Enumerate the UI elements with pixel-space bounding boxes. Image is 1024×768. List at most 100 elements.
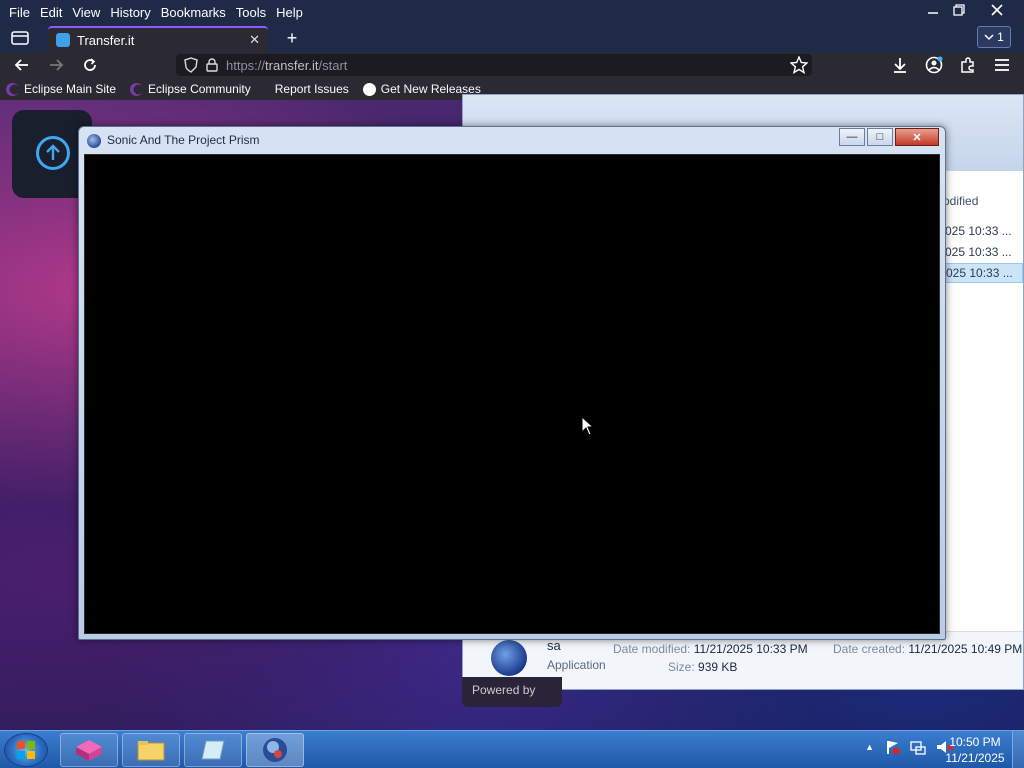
- game-app-icon: [87, 134, 101, 148]
- date-modified-value: 11/21/2025 10:33 PM: [693, 642, 808, 656]
- menu-file[interactable]: File: [4, 5, 35, 20]
- puzzle-icon: [961, 57, 974, 73]
- menu-bookmarks[interactable]: Bookmarks: [156, 5, 231, 20]
- tab-list-button[interactable]: [6, 27, 34, 49]
- size-field: Size: 939 KB: [668, 660, 737, 674]
- taskbar-game-app[interactable]: [246, 733, 304, 767]
- downloads-button[interactable]: [888, 54, 912, 76]
- tab-bar: Transfer.it ✕ + 1: [0, 24, 1024, 52]
- bookmark-report-issues[interactable]: Report Issues: [275, 82, 349, 96]
- file-row-selected[interactable]: 025 10:33 ...: [941, 263, 1023, 283]
- tab-list-icon: [11, 31, 29, 45]
- bookmark-label: Report Issues: [274, 82, 349, 96]
- powered-by-label: Powered by: [472, 683, 536, 697]
- forward-arrow-icon: [50, 59, 64, 71]
- url-text[interactable]: https://transfer.it/start: [226, 58, 782, 73]
- show-desktop-button[interactable]: [1012, 731, 1024, 768]
- system-tray: ▲: [865, 739, 954, 755]
- hamburger-menu-icon: [995, 59, 1009, 71]
- tray-expand-button[interactable]: ▲: [865, 742, 874, 752]
- close-icon: [991, 4, 1003, 16]
- url-path: /start: [318, 57, 348, 73]
- back-button[interactable]: [10, 54, 34, 76]
- back-arrow-icon: [14, 59, 28, 71]
- game-window-title: Sonic And The Project Prism: [107, 133, 260, 147]
- date-modified-label: Date modified:: [613, 642, 691, 656]
- bookmark-label: Eclipse Community: [148, 82, 251, 96]
- chevron-down-icon: [984, 34, 994, 41]
- taskbar-notepad[interactable]: [184, 733, 242, 767]
- network-icon[interactable]: [910, 739, 926, 755]
- tab-count-button[interactable]: 1: [977, 26, 1011, 48]
- menu-tools[interactable]: Tools: [231, 5, 271, 20]
- taskbar-app-pinned-1[interactable]: [60, 733, 118, 767]
- tab-transfer-it[interactable]: Transfer.it ✕: [48, 26, 268, 52]
- tab-count: 1: [997, 30, 1004, 44]
- url-bar[interactable]: https://transfer.it/start: [176, 54, 812, 76]
- taskbar-file-explorer[interactable]: [122, 733, 180, 767]
- application-icon: [491, 640, 527, 676]
- start-button[interactable]: [4, 733, 48, 767]
- folder-icon: [137, 741, 165, 761]
- menu-bar: File Edit View History Bookmarks Tools H…: [0, 5, 308, 20]
- nav-bar: https://transfer.it/start: [0, 52, 1024, 78]
- mouse-cursor-icon: [581, 416, 595, 436]
- url-host: transfer.it: [265, 57, 319, 73]
- taskbar: ▲ 10:50 PM 11/21/2025: [0, 730, 1024, 768]
- size-label: Size:: [668, 660, 695, 674]
- date-modified-field: Date modified: 11/21/2025 10:33 PM: [613, 642, 808, 656]
- browser-menu-bar: File Edit View History Bookmarks Tools H…: [0, 0, 1024, 24]
- bookmark-star-icon[interactable]: [790, 56, 808, 74]
- account-icon: [925, 56, 943, 74]
- bookmark-label: Eclipse Main Site: [24, 82, 117, 96]
- powered-by-badge: Powered by: [462, 677, 562, 707]
- tab-title: Transfer.it: [77, 32, 135, 48]
- restore-icon: [953, 4, 965, 16]
- game-maximize-button[interactable]: □: [867, 128, 893, 146]
- action-center-flag-icon[interactable]: [884, 739, 900, 755]
- menu-history[interactable]: History: [105, 5, 155, 20]
- reload-icon: [84, 58, 96, 71]
- url-scheme: https://: [226, 57, 266, 73]
- date-created-value: 11/21/2025 10:49 PM: [908, 642, 1023, 656]
- lock-icon: [206, 58, 218, 72]
- game-canvas[interactable]: [84, 154, 940, 634]
- browser-close-button[interactable]: [982, 0, 1012, 20]
- account-button[interactable]: [922, 54, 946, 76]
- forward-button[interactable]: [44, 54, 68, 76]
- new-tab-button[interactable]: +: [280, 27, 304, 49]
- app-menu-button[interactable]: [990, 54, 1014, 76]
- app-pink-cube-icon: [76, 740, 102, 761]
- windows-logo-icon: [17, 741, 35, 759]
- taskbar-clock[interactable]: 10:50 PM 11/21/2025: [944, 734, 1006, 766]
- download-icon: [894, 58, 906, 73]
- tab-close-icon[interactable]: ✕: [249, 32, 260, 48]
- sonic-game-icon: [263, 738, 287, 762]
- menu-view[interactable]: View: [67, 5, 105, 20]
- reload-button[interactable]: [78, 54, 102, 76]
- bookmark-eclipse-main-site[interactable]: Eclipse Main Site: [6, 82, 116, 96]
- shield-icon: [184, 57, 198, 73]
- game-window: Sonic And The Project Prism — □ ✕: [78, 126, 946, 640]
- extensions-button[interactable]: [956, 54, 980, 76]
- file-row[interactable]: 025 10:33 ...: [941, 221, 1023, 241]
- bookmark-eclipse-community[interactable]: Eclipse Community: [130, 82, 251, 96]
- game-close-button[interactable]: ✕: [895, 128, 939, 146]
- file-type: Application: [547, 658, 606, 672]
- browser-restore-button[interactable]: [944, 0, 974, 20]
- eclipse-icon: [130, 82, 144, 96]
- clock-time: 10:50 PM: [949, 735, 1001, 749]
- upload-arrow-icon[interactable]: [36, 136, 70, 170]
- menu-edit[interactable]: Edit: [35, 5, 67, 20]
- menu-help[interactable]: Help: [271, 5, 308, 20]
- transfer-it-favicon-icon: [56, 33, 70, 47]
- date-created-field: Date created: 11/21/2025 10:49 PM: [833, 642, 1022, 656]
- github-icon: [362, 82, 376, 96]
- game-minimize-button[interactable]: —: [839, 128, 865, 146]
- file-row[interactable]: 025 10:33 ...: [941, 242, 1023, 262]
- column-date-modified[interactable]: odified: [943, 194, 978, 208]
- clock-date: 11/21/2025: [945, 751, 1005, 765]
- date-created-label: Date created:: [833, 642, 906, 656]
- notepad-icon: [201, 740, 225, 760]
- eclipse-icon: [6, 82, 19, 96]
